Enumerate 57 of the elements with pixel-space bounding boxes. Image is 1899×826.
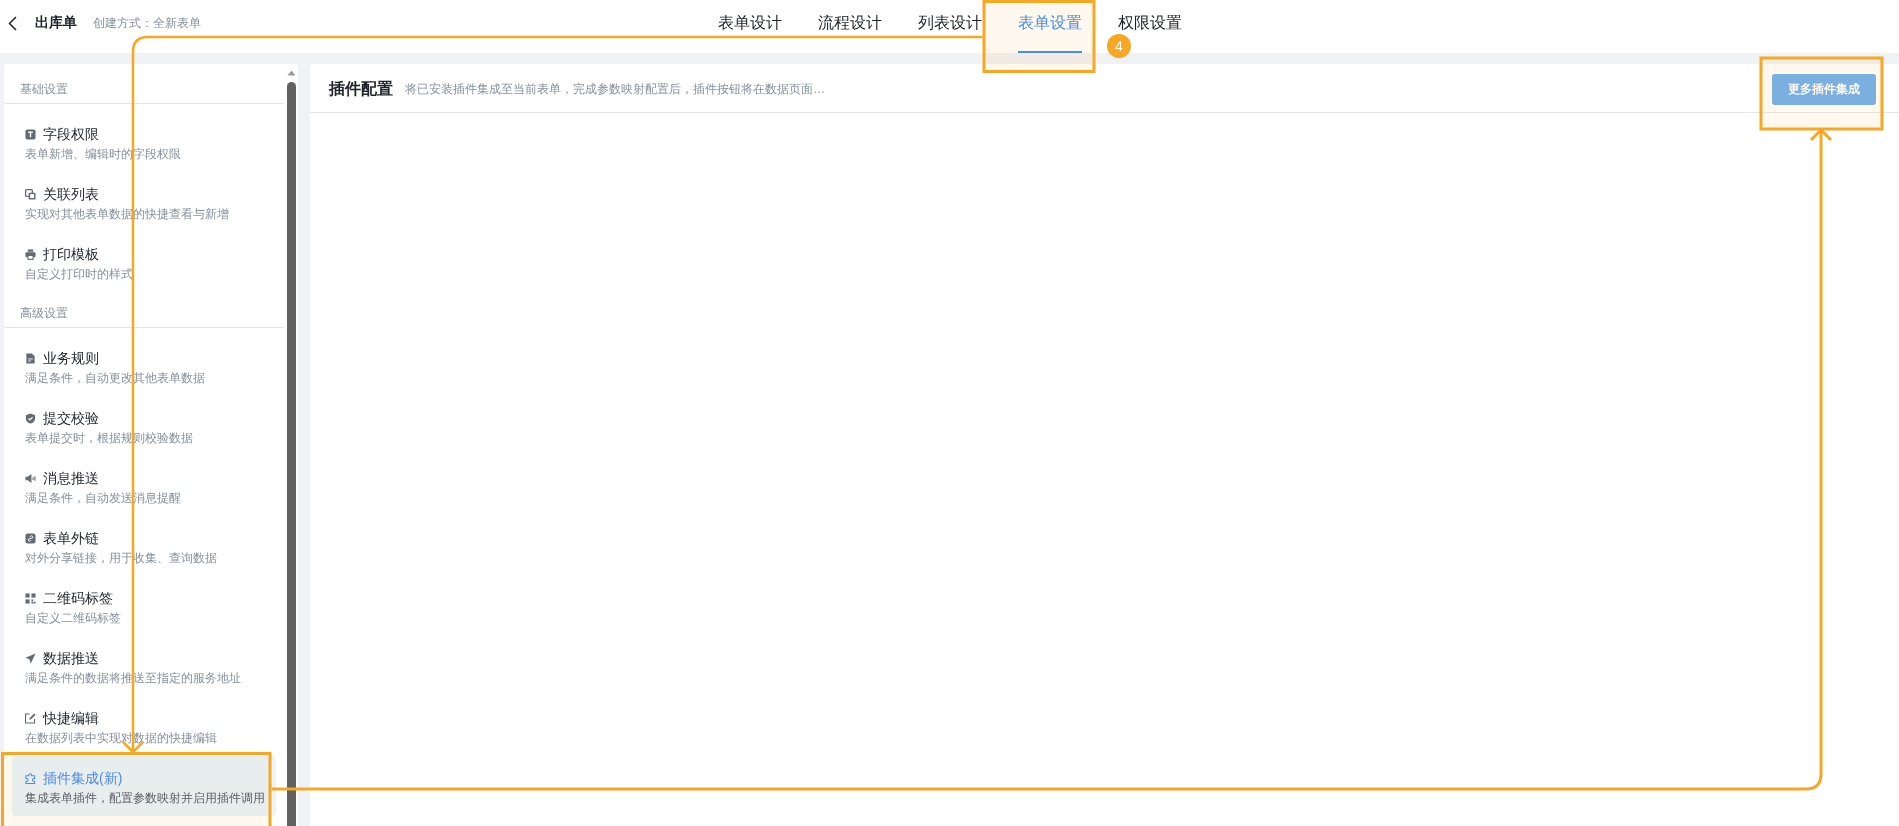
sidebar-item[interactable]: 快捷编辑 在数据列表中实现对数据的快捷编辑 xyxy=(12,696,276,756)
panel-description: 将已安装插件集成至当前表单，完成参数映射配置后，插件按钮将在数据页面… xyxy=(405,80,825,98)
tab[interactable]: 列表设计 xyxy=(917,0,982,53)
scroll-up-icon[interactable] xyxy=(286,70,296,76)
document-icon xyxy=(25,352,36,364)
speaker-icon xyxy=(25,472,36,484)
item-description: 对外分享链接，用于收集、查询数据 xyxy=(25,550,217,567)
item-title: 业务规则 xyxy=(43,349,99,368)
sidebar-item[interactable]: 业务规则 满足条件，自动更改其他表单数据 xyxy=(12,336,276,396)
item-title: 表单外链 xyxy=(43,529,99,548)
section-heading: 基础设置 xyxy=(19,81,68,98)
item-title: 打印模板 xyxy=(43,245,99,264)
item-description: 自定义二维码标签 xyxy=(25,610,121,627)
item-description: 表单新增、编辑时的字段权限 xyxy=(25,146,181,163)
edit-icon xyxy=(25,712,36,724)
back-icon[interactable] xyxy=(8,15,17,31)
item-description: 满足条件，自动发送消息提醒 xyxy=(25,490,181,507)
sidebar-item[interactable]: 二维码标签 自定义二维码标签 xyxy=(12,576,276,636)
item-description: 在数据列表中实现对数据的快捷编辑 xyxy=(25,730,217,747)
sidebar-item[interactable]: 数据推送 满足条件的数据将推送至指定的服务地址 xyxy=(12,636,276,696)
qr-code-icon xyxy=(25,592,36,604)
item-title: 字段权限 xyxy=(43,125,99,144)
item-description: 实现对其他表单数据的快捷查看与新增 xyxy=(25,206,229,223)
scrollbar-thumb[interactable] xyxy=(286,82,296,826)
step-badge: 4 xyxy=(1107,34,1131,58)
printer-icon xyxy=(25,248,36,260)
item-description: 满足条件的数据将推送至指定的服务地址 xyxy=(25,670,241,687)
link-icon xyxy=(25,532,36,544)
copy-icon xyxy=(25,188,36,200)
sidebar-item[interactable]: 插件集成(新) 集成表单插件，配置参数映射并启用插件调用 xyxy=(12,756,276,816)
sidebar-item[interactable]: 消息推送 满足条件，自动发送消息提醒 xyxy=(12,456,276,516)
text-box-icon xyxy=(25,128,36,140)
tab[interactable]: 表单设计 xyxy=(717,0,782,53)
item-title: 插件集成(新) xyxy=(43,769,123,788)
sidebar-item[interactable]: 打印模板 自定义打印时的样式 xyxy=(12,232,276,292)
sidebar-item[interactable]: 表单外链 对外分享链接，用于收集、查询数据 xyxy=(12,516,276,576)
item-title: 数据推送 xyxy=(43,649,99,668)
paper-plane-icon xyxy=(25,652,36,664)
shield-check-icon xyxy=(25,412,36,424)
sidebar-item[interactable]: 字段权限 表单新增、编辑时的字段权限 xyxy=(12,112,276,172)
sidebar-item[interactable]: 关联列表 实现对其他表单数据的快捷查看与新增 xyxy=(12,172,276,232)
page-subtitle: 创建方式：全新表单 xyxy=(93,14,201,32)
item-description: 满足条件，自动更改其他表单数据 xyxy=(25,370,205,387)
item-title: 快捷编辑 xyxy=(43,709,99,728)
item-title: 提交校验 xyxy=(43,409,99,428)
puzzle-icon xyxy=(25,772,36,784)
item-description: 表单提交时，根据规则校验数据 xyxy=(25,430,193,447)
item-description: 自定义打印时的样式 xyxy=(25,266,133,283)
page-title: 出库单 xyxy=(35,14,77,32)
item-title: 二维码标签 xyxy=(43,589,113,608)
sidebar-item[interactable]: 提交校验 表单提交时，根据规则校验数据 xyxy=(12,396,276,456)
section-heading: 高级设置 xyxy=(19,305,68,322)
item-title: 关联列表 xyxy=(43,185,99,204)
tab[interactable]: 流程设计 xyxy=(817,0,882,53)
item-title: 消息推送 xyxy=(43,469,99,488)
panel-title: 插件配置 xyxy=(329,78,393,99)
item-description: 集成表单插件，配置参数映射并启用插件调用 xyxy=(25,790,265,807)
